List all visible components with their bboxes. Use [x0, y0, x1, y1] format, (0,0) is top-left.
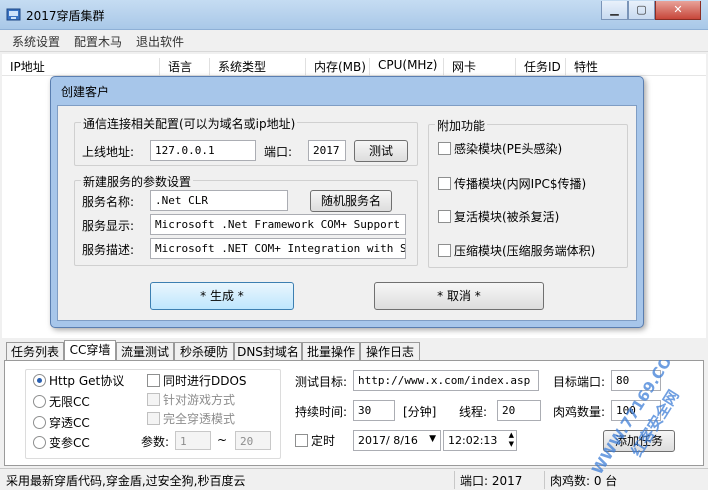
- test-button[interactable]: 测试: [354, 140, 408, 162]
- dialog-body: 通信连接相关配置(可以为域名或ip地址) 上线地址: 127.0.0.1 端口:…: [57, 105, 637, 321]
- duration-label: 持续时间:: [295, 405, 348, 419]
- service-name-label: 服务名称:: [82, 195, 135, 209]
- app-icon: [6, 8, 21, 21]
- close-icon: ✕: [673, 3, 683, 16]
- chk-sync-ddos[interactable]: [147, 374, 160, 387]
- threads-input[interactable]: 20: [497, 400, 541, 421]
- date-picker[interactable]: 2017/ 8/16 ▼: [353, 430, 441, 451]
- watermark: WWW.77169.COM 红客安全网: [572, 360, 708, 490]
- chk-target-game-label: 针对游戏方式: [163, 393, 236, 407]
- col-cpu[interactable]: CPU(MHz): [370, 58, 444, 76]
- service-group-title: 新建服务的参数设置: [81, 173, 194, 190]
- host-label: 上线地址:: [82, 145, 135, 159]
- col-nic[interactable]: 网卡: [444, 58, 516, 76]
- radio-variable-cc-label: 变参CC: [49, 436, 90, 450]
- chk-compress-module[interactable]: [438, 244, 451, 257]
- col-os-type[interactable]: 系统类型: [210, 58, 306, 76]
- tab-log[interactable]: 操作日志: [360, 342, 420, 361]
- dialog-title: 创建客户: [61, 85, 110, 99]
- menu-exit[interactable]: 退出软件: [136, 33, 184, 50]
- duration-unit: [分钟]: [403, 405, 437, 419]
- radio-unlimited-cc-label: 无限CC: [49, 395, 90, 409]
- status-divider: [454, 471, 455, 489]
- minimize-icon: ▁: [610, 3, 619, 16]
- create-client-dialog: 创建客户 通信连接相关配置(可以为域名或ip地址) 上线地址: 127.0.0.…: [50, 76, 644, 328]
- service-name-input[interactable]: .Net CLR: [150, 190, 288, 211]
- chk-full-stealth-label: 完全穿透模式: [163, 412, 236, 426]
- tab-dns-block[interactable]: DNS封域名: [234, 342, 302, 361]
- date-value: 2017/ 8/16: [358, 434, 418, 447]
- client-list-header: IP地址 语言 系统类型 内存(MB) CPU(MHz) 网卡 任务ID 特性: [2, 54, 706, 76]
- watermark-url: WWW.77169.COM: [588, 360, 683, 478]
- host-input[interactable]: 127.0.0.1: [150, 140, 256, 161]
- status-divider: [544, 471, 545, 489]
- chk-revive-module-label: 复活模块(被杀复活): [454, 210, 560, 224]
- chevron-down-icon[interactable]: ▼: [429, 434, 436, 444]
- chk-infect-module[interactable]: [438, 142, 451, 155]
- extra-features-title: 附加功能: [435, 117, 488, 134]
- col-language[interactable]: 语言: [160, 58, 210, 76]
- col-task-id[interactable]: 任务ID: [516, 58, 566, 76]
- menu-system-settings[interactable]: 系统设置: [12, 33, 60, 50]
- tab-cc[interactable]: CC穿墙: [64, 340, 116, 361]
- close-button[interactable]: ✕: [655, 1, 701, 20]
- target-input[interactable]: http://www.x.com/index.asp: [353, 370, 539, 391]
- service-desc-input[interactable]: Microsoft .NET COM+ Integration with SOA…: [150, 238, 406, 259]
- service-desc-label: 服务描述:: [82, 243, 135, 257]
- col-features[interactable]: 特性: [566, 58, 706, 76]
- chk-revive-module[interactable]: [438, 210, 451, 223]
- param-to-input: 20: [235, 431, 271, 450]
- radio-http-get-label: Http Get协议: [49, 374, 125, 388]
- watermark-logo: WWW.77169.COM 红客安全网: [588, 360, 683, 478]
- radio-unlimited-cc[interactable]: [33, 395, 46, 408]
- param-from-input: 1: [175, 431, 211, 450]
- title-bar: 2017穿盾集群 ▁ ▢ ✕: [0, 0, 708, 30]
- menu-configure-trojan[interactable]: 配置木马: [74, 33, 122, 50]
- maximize-icon: ▢: [636, 3, 647, 16]
- port-label: 端口:: [264, 145, 293, 159]
- threads-label: 线程:: [459, 405, 488, 419]
- chk-spread-module[interactable]: [438, 177, 451, 190]
- chk-full-stealth: [147, 412, 160, 425]
- param-label: 参数:: [141, 435, 170, 449]
- main-window: 2017穿盾集群 ▁ ▢ ✕ 系统设置 配置木马 退出软件 IP地址 语言 系统…: [0, 0, 708, 490]
- time-picker[interactable]: 12:02:13 ▲ ▼: [443, 430, 517, 451]
- radio-http-get[interactable]: [33, 374, 46, 387]
- target-label: 测试目标:: [295, 375, 348, 389]
- tab-strip: 任务列表 CC穿墙 流量测试 秒杀硬防 DNS封域名 批量操作 操作日志: [6, 340, 706, 361]
- service-display-label: 服务显示:: [82, 219, 135, 233]
- generate-button[interactable]: * 生成 *: [150, 282, 294, 310]
- radio-penetrate-cc-label: 穿透CC: [49, 416, 90, 430]
- chk-spread-module-label: 传播模块(内网IPC$传播): [454, 177, 587, 191]
- menu-bar: 系统设置 配置木马 退出软件: [0, 30, 708, 52]
- chk-target-game: [147, 393, 160, 406]
- time-value: 12:02:13: [448, 434, 498, 447]
- connection-group-title: 通信连接相关配置(可以为域名或ip地址): [81, 115, 298, 132]
- chk-timer-label: 定时: [311, 434, 336, 448]
- col-memory[interactable]: 内存(MB): [306, 58, 370, 76]
- cancel-button[interactable]: * 取消 *: [374, 282, 544, 310]
- tab-batch[interactable]: 批量操作: [302, 342, 360, 361]
- col-ip[interactable]: IP地址: [2, 58, 160, 76]
- port-input[interactable]: 2017: [308, 140, 346, 161]
- tab-traffic-test[interactable]: 流量测试: [116, 342, 174, 361]
- tab-task-list[interactable]: 任务列表: [6, 342, 64, 361]
- param-separator: ~: [217, 433, 228, 447]
- status-message: 采用最新穿盾代码,穿金盾,过安全狗,秒百度云: [6, 474, 246, 488]
- random-service-button[interactable]: 随机服务名: [310, 190, 392, 212]
- radio-variable-cc[interactable]: [33, 436, 46, 449]
- chk-sync-ddos-label: 同时进行DDOS: [163, 374, 247, 388]
- window-title: 2017穿盾集群: [26, 9, 105, 23]
- service-display-input[interactable]: Microsoft .Net Framework COM+ Support: [150, 214, 406, 235]
- status-port: 端口: 2017: [460, 474, 523, 488]
- maximize-button[interactable]: ▢: [628, 1, 655, 20]
- duration-input[interactable]: 30: [353, 400, 395, 421]
- radio-penetrate-cc[interactable]: [33, 416, 46, 429]
- chk-compress-module-label: 压缩模块(压缩服务端体积): [454, 244, 596, 258]
- chk-infect-module-label: 感染模块(PE头感染): [454, 142, 563, 156]
- tab-hard-defense[interactable]: 秒杀硬防: [174, 342, 234, 361]
- minimize-button[interactable]: ▁: [601, 1, 628, 20]
- chk-timer[interactable]: [295, 434, 308, 447]
- spin-icon[interactable]: ▲ ▼: [509, 431, 514, 449]
